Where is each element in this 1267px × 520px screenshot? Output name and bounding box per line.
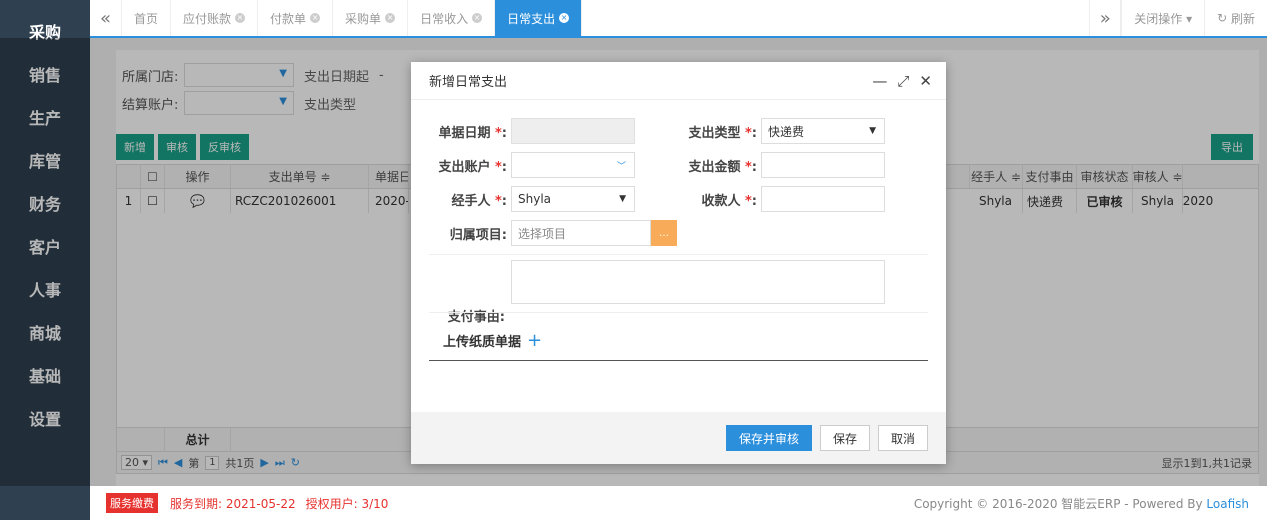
- tab-bar: « 首页 应付账款 × 付款单 × 采购单 × 日常收入 × 日常支出 × » 关闭操作 …: [90, 0, 1267, 38]
- modal-header: 新增日常支出 — ⤢ ✕: [411, 62, 946, 100]
- cancel-button[interactable]: 取消: [877, 425, 928, 451]
- plus-icon[interactable]: +: [527, 330, 542, 351]
- account-select[interactable]: ﹀: [511, 152, 635, 178]
- close-icon[interactable]: ×: [310, 13, 321, 23]
- service-expiry: 服务到期: 2021-05-22: [170, 496, 296, 511]
- amount-label: 支出金额 *:: [688, 159, 757, 175]
- project-label: 归属项目:: [449, 227, 507, 243]
- powered-by-link[interactable]: Loafish: [1206, 497, 1249, 511]
- licensed-users: 授权用户: 3/10: [305, 496, 389, 511]
- handler-label: 经手人 *:: [451, 193, 507, 209]
- amount-input[interactable]: [761, 152, 885, 178]
- reason-label: 支付事由:: [447, 310, 505, 325]
- save-and-audit-button[interactable]: 保存并审核: [725, 425, 812, 451]
- new-expense-modal: 新增日常支出 — ⤢ ✕ 单据日期 *: 支出类型 *: 快递费 ▼ 支出账户 *…: [411, 62, 946, 464]
- caret-down-icon: ▼: [619, 194, 626, 204]
- tab-daily-income[interactable]: 日常收入 ×: [408, 0, 496, 36]
- refresh-icon: ↻: [1217, 11, 1228, 25]
- payee-label: 收款人 *:: [701, 193, 757, 209]
- expense-type-label: 支出类型 *:: [688, 125, 757, 141]
- close-icon[interactable]: ×: [559, 13, 570, 23]
- chevron-down-icon: ﹀: [616, 161, 626, 172]
- close-operations-menu[interactable]: 关闭操作 ▾: [1121, 0, 1204, 36]
- handler-select[interactable]: Shyla ▼: [511, 186, 635, 212]
- tab-scroll-left-icon[interactable]: «: [90, 0, 122, 36]
- maximize-icon[interactable]: ⤢: [897, 72, 909, 90]
- browse-project-button[interactable]: …: [651, 220, 677, 246]
- close-icon[interactable]: ×: [235, 13, 246, 23]
- minimize-icon[interactable]: —: [872, 72, 887, 90]
- tab-payment[interactable]: 付款单 ×: [258, 0, 334, 36]
- project-input[interactable]: 选择项目: [511, 220, 651, 246]
- refresh-button[interactable]: ↻ 刷新: [1204, 0, 1267, 36]
- footer: 服务缴费 服务到期: 2021-05-22 授权用户: 3/10 Copyrig…: [90, 486, 1267, 520]
- upload-section: 上传纸质单据 +: [443, 330, 542, 351]
- modal-body: 单据日期 *: 支出类型 *: 快递费 ▼ 支出账户 *: ﹀ 支出金额 *: 经…: [411, 100, 946, 410]
- date-label: 单据日期 *:: [438, 125, 507, 141]
- tab-purchase-order[interactable]: 采购单 ×: [333, 0, 409, 36]
- close-icon[interactable]: ✕: [919, 72, 932, 90]
- date-field: [511, 118, 635, 144]
- tab-payables[interactable]: 应付账款 ×: [171, 0, 259, 36]
- reason-textarea[interactable]: [511, 260, 885, 304]
- save-button[interactable]: 保存: [819, 425, 870, 451]
- modal-title: 新增日常支出: [429, 75, 508, 90]
- close-icon[interactable]: ×: [472, 13, 483, 23]
- upload-label: 上传纸质单据: [443, 335, 522, 350]
- expense-type-select[interactable]: 快递费 ▼: [761, 118, 885, 144]
- tab-daily-expense[interactable]: 日常支出 ×: [495, 0, 583, 36]
- caret-down-icon: ▼: [869, 126, 876, 136]
- modal-footer: 保存并审核 保存 取消: [411, 412, 946, 464]
- copyright: Copyright © 2016-2020 智能云ERP - Powered B…: [913, 496, 1249, 511]
- account-label: 支出账户 *:: [438, 159, 507, 175]
- payee-input[interactable]: [761, 186, 885, 212]
- tab-home[interactable]: 首页: [122, 0, 172, 36]
- close-icon[interactable]: ×: [385, 13, 396, 23]
- tab-scroll-right-icon[interactable]: »: [1089, 0, 1122, 36]
- service-payment-badge[interactable]: 服务缴费: [106, 493, 158, 513]
